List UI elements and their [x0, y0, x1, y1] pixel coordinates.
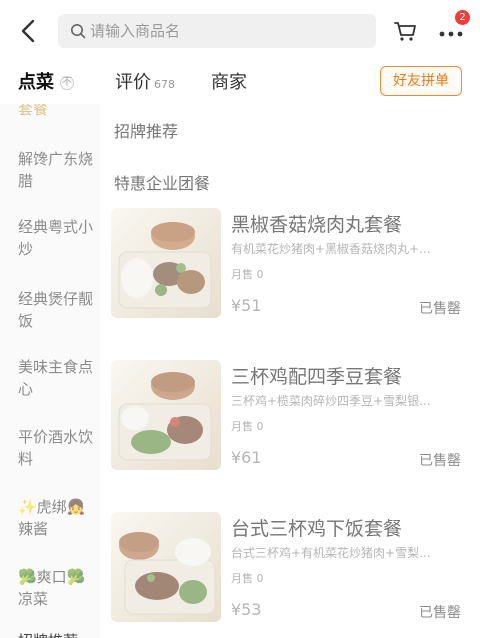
- friend-group-order-button[interactable]: 好友拼单: [380, 66, 462, 96]
- tab-bar: 点菜不 评价 678 商家 好友拼单: [0, 62, 480, 104]
- search-input[interactable]: [90, 22, 360, 40]
- sold-out-label: 已售罄: [419, 605, 461, 621]
- sold-out-label: 已售罄: [419, 301, 461, 317]
- sold-out-label: 已售罄: [419, 453, 461, 469]
- cart-badge: 2: [455, 10, 470, 25]
- top-bar: 2: [0, 0, 480, 62]
- dish-name: 黑椒香菇烧肉丸套餐: [231, 214, 403, 236]
- sidebar-item-roast[interactable]: 解馋广东烧腊: [18, 148, 98, 192]
- tab-menu-label: 点菜: [18, 72, 54, 93]
- sidebar-item-sauce[interactable]: ✨虎绑👧辣酱: [18, 496, 98, 540]
- dish-description: 台式三杯鸡+有机菜花炒猪肉+雪梨...: [231, 546, 431, 560]
- sidebar-item-claypot[interactable]: 经典煲仔靓饭: [18, 288, 98, 332]
- monthly-sales: 月售 0: [231, 420, 264, 433]
- menu-list: 招牌推荐 特惠企业团餐 黑椒香菇烧肉丸套餐 有机菜花炒猪肉+黑椒香菇烧肉丸+..…: [100, 104, 480, 638]
- dish-price: ¥61: [231, 448, 262, 467]
- menu-item-card[interactable]: 黑椒香菇烧肉丸套餐 有机菜花炒猪肉+黑椒香菇烧肉丸+... 月售 0 ¥51 已…: [111, 208, 473, 322]
- monthly-sales: 月售 0: [231, 572, 264, 585]
- tab-menu-sub-icon: 不: [60, 76, 74, 90]
- tab-menu[interactable]: 点菜不: [18, 68, 74, 94]
- menu-item-card[interactable]: 三杯鸡配四季豆套餐 三杯鸡+榄菜肉碎炒四季豆+雪梨银... 月售 0 ¥61 已…: [111, 360, 473, 474]
- search-bar[interactable]: [58, 14, 376, 48]
- category-sidebar: 套餐 解馋广东烧腊 经典粤式小炒 经典煲仔靓饭 美味主食点心 平价酒水饮料 ✨虎…: [0, 104, 100, 638]
- sidebar-item-stir-fry[interactable]: 经典粤式小炒: [18, 216, 98, 260]
- dish-description: 有机菜花炒猪肉+黑椒香菇烧肉丸+...: [231, 242, 431, 256]
- tab-shop[interactable]: 商家: [211, 68, 247, 94]
- sidebar-item-drinks[interactable]: 平价酒水饮料: [18, 426, 98, 470]
- sidebar-item-staple[interactable]: 美味主食点心: [18, 356, 98, 400]
- dish-name: 三杯鸡配四季豆套餐: [231, 366, 403, 388]
- back-arrow-icon[interactable]: [14, 16, 44, 46]
- sidebar-item-set-meal[interactable]: 套餐: [18, 104, 98, 120]
- tab-reviews[interactable]: 评价 678: [115, 68, 175, 94]
- section-title: 招牌推荐: [114, 122, 179, 141]
- dish-price: ¥53: [231, 600, 262, 619]
- dish-name: 台式三杯鸡下饭套餐: [231, 518, 403, 540]
- dish-image: [111, 512, 221, 622]
- search-icon: [71, 24, 86, 39]
- tab-reviews-count: 678: [154, 78, 175, 91]
- monthly-sales: 月售 0: [231, 268, 264, 281]
- next-section-title: 招牌推荐: [18, 630, 78, 638]
- section-title: 特惠企业团餐: [114, 174, 211, 193]
- dish-image: [111, 208, 221, 318]
- dish-price: ¥51: [231, 296, 262, 315]
- dish-image: [111, 360, 221, 470]
- tab-reviews-label: 评价: [115, 72, 151, 93]
- cart-icon[interactable]: [392, 18, 418, 44]
- sidebar-item-cold-dish[interactable]: 🥦爽口🥦凉菜: [18, 566, 98, 610]
- menu-item-card[interactable]: 台式三杯鸡下饭套餐 台式三杯鸡+有机菜花炒猪肉+雪梨... 月售 0 ¥53 已…: [111, 512, 473, 626]
- dish-description: 三杯鸡+榄菜肉碎炒四季豆+雪梨银...: [231, 394, 431, 408]
